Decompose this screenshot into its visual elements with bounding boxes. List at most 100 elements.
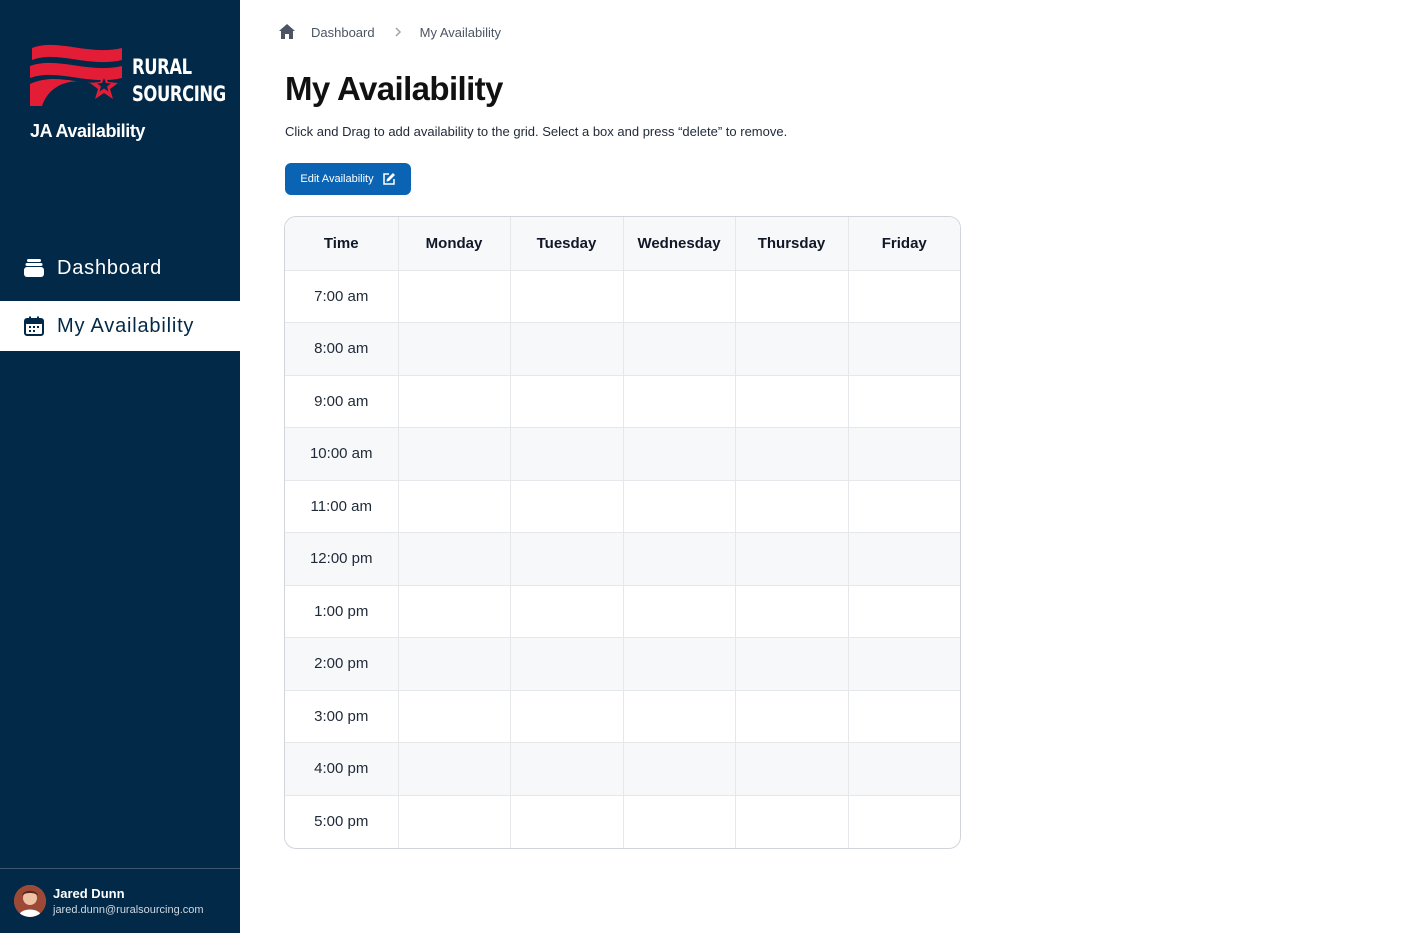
- availability-slot-thursday[interactable]: [735, 795, 849, 848]
- availability-slot-tuesday[interactable]: [510, 795, 624, 848]
- flag-logo-icon: [30, 44, 122, 106]
- availability-slot-monday[interactable]: [398, 637, 511, 691]
- availability-slot-wednesday[interactable]: [623, 480, 736, 533]
- sidebar-item-my-availability[interactable]: My Availability: [0, 301, 240, 351]
- availability-slot-friday[interactable]: [848, 795, 960, 848]
- availability-slot-tuesday[interactable]: [510, 480, 624, 533]
- table-row: 10:00 am: [285, 427, 960, 481]
- breadcrumb: Dashboard My Availability: [278, 22, 501, 42]
- column-header-time: Time: [285, 217, 399, 271]
- avatar: [14, 885, 46, 917]
- availability-slot-thursday[interactable]: [735, 637, 849, 691]
- availability-slot-tuesday[interactable]: [510, 742, 624, 796]
- column-header-monday: Monday: [398, 217, 511, 271]
- availability-slot-thursday[interactable]: [735, 427, 849, 481]
- time-label: 7:00 am: [285, 270, 399, 323]
- availability-slot-wednesday[interactable]: [623, 532, 736, 586]
- availability-slot-tuesday[interactable]: [510, 585, 624, 638]
- availability-slot-monday[interactable]: [398, 795, 511, 848]
- time-label: 10:00 am: [285, 427, 399, 481]
- breadcrumb-dashboard[interactable]: Dashboard: [311, 25, 375, 40]
- chevron-right-icon: [394, 26, 402, 38]
- rural-sourcing-logo: RURAL SOURCING: [28, 40, 226, 110]
- availability-slot-wednesday[interactable]: [623, 427, 736, 481]
- availability-slot-monday[interactable]: [398, 585, 511, 638]
- calendar-icon: [24, 316, 44, 336]
- column-header-tuesday: Tuesday: [510, 217, 624, 271]
- table-row: 12:00 pm: [285, 532, 960, 586]
- sidebar-item-dashboard[interactable]: Dashboard: [0, 243, 240, 293]
- page-title: My Availability: [285, 70, 503, 107]
- availability-slot-monday[interactable]: [398, 480, 511, 533]
- table-row: 5:00 pm: [285, 795, 960, 848]
- availability-slot-thursday[interactable]: [735, 585, 849, 638]
- edit-availability-button[interactable]: Edit Availability: [285, 163, 411, 195]
- availability-slot-friday[interactable]: [848, 690, 960, 743]
- availability-slot-thursday[interactable]: [735, 270, 849, 323]
- sidebar-item-label: Dashboard: [57, 256, 163, 279]
- logo-wordmark: RURAL SOURCING: [132, 55, 226, 106]
- availability-slot-friday[interactable]: [848, 270, 960, 323]
- availability-slot-monday[interactable]: [398, 742, 511, 796]
- availability-slot-wednesday[interactable]: [623, 742, 736, 796]
- time-label: 1:00 pm: [285, 585, 399, 638]
- user-profile[interactable]: Jared Dunn jared.dunn@ruralsourcing.com: [0, 868, 240, 933]
- availability-slot-thursday[interactable]: [735, 480, 849, 533]
- availability-slot-friday[interactable]: [848, 375, 960, 428]
- availability-slot-thursday[interactable]: [735, 322, 849, 376]
- table-row: 8:00 am: [285, 322, 960, 376]
- availability-slot-wednesday[interactable]: [623, 585, 736, 638]
- availability-slot-thursday[interactable]: [735, 690, 849, 743]
- edit-availability-label: Edit Availability: [300, 173, 374, 185]
- availability-slot-thursday[interactable]: [735, 742, 849, 796]
- table-row: 2:00 pm: [285, 637, 960, 691]
- availability-slot-tuesday[interactable]: [510, 637, 624, 691]
- table-row: 7:00 am: [285, 270, 960, 323]
- sidebar-item-label: My Availability: [57, 314, 195, 337]
- column-header-friday: Friday: [848, 217, 960, 271]
- availability-slot-friday[interactable]: [848, 480, 960, 533]
- availability-slot-wednesday[interactable]: [623, 375, 736, 428]
- page-description: Click and Drag to add availability to th…: [285, 124, 788, 139]
- table-row: 11:00 am: [285, 480, 960, 533]
- time-label: 11:00 am: [285, 480, 399, 533]
- availability-slot-monday[interactable]: [398, 270, 511, 323]
- availability-slot-tuesday[interactable]: [510, 427, 624, 481]
- availability-slot-thursday[interactable]: [735, 532, 849, 586]
- time-label: 8:00 am: [285, 322, 399, 376]
- availability-slot-monday[interactable]: [398, 690, 511, 743]
- availability-slot-friday[interactable]: [848, 322, 960, 376]
- availability-slot-tuesday[interactable]: [510, 532, 624, 586]
- availability-slot-friday[interactable]: [848, 585, 960, 638]
- availability-slot-wednesday[interactable]: [623, 795, 736, 848]
- table-row: 9:00 am: [285, 375, 960, 428]
- time-label: 2:00 pm: [285, 637, 399, 691]
- table-row: 3:00 pm: [285, 690, 960, 743]
- availability-slot-monday[interactable]: [398, 322, 511, 376]
- availability-slot-tuesday[interactable]: [510, 690, 624, 743]
- availability-slot-thursday[interactable]: [735, 375, 849, 428]
- availability-slot-wednesday[interactable]: [623, 637, 736, 691]
- grid-header-row: Time Monday Tuesday Wednesday Thursday F…: [285, 217, 960, 271]
- availability-slot-wednesday[interactable]: [623, 322, 736, 376]
- availability-slot-friday[interactable]: [848, 637, 960, 691]
- availability-slot-monday[interactable]: [398, 375, 511, 428]
- availability-slot-tuesday[interactable]: [510, 375, 624, 428]
- availability-slot-wednesday[interactable]: [623, 270, 736, 323]
- availability-slot-tuesday[interactable]: [510, 322, 624, 376]
- availability-slot-tuesday[interactable]: [510, 270, 624, 323]
- table-row: 1:00 pm: [285, 585, 960, 638]
- user-name: Jared Dunn: [53, 886, 125, 901]
- availability-slot-friday[interactable]: [848, 427, 960, 481]
- time-label: 4:00 pm: [285, 742, 399, 796]
- availability-slot-monday[interactable]: [398, 532, 511, 586]
- time-label: 5:00 pm: [285, 795, 399, 848]
- availability-slot-wednesday[interactable]: [623, 690, 736, 743]
- availability-slot-monday[interactable]: [398, 427, 511, 481]
- time-label: 12:00 pm: [285, 532, 399, 586]
- column-header-thursday: Thursday: [735, 217, 849, 271]
- availability-slot-friday[interactable]: [848, 742, 960, 796]
- home-icon[interactable]: [278, 23, 296, 41]
- breadcrumb-my-availability: My Availability: [419, 24, 502, 40]
- availability-slot-friday[interactable]: [848, 532, 960, 586]
